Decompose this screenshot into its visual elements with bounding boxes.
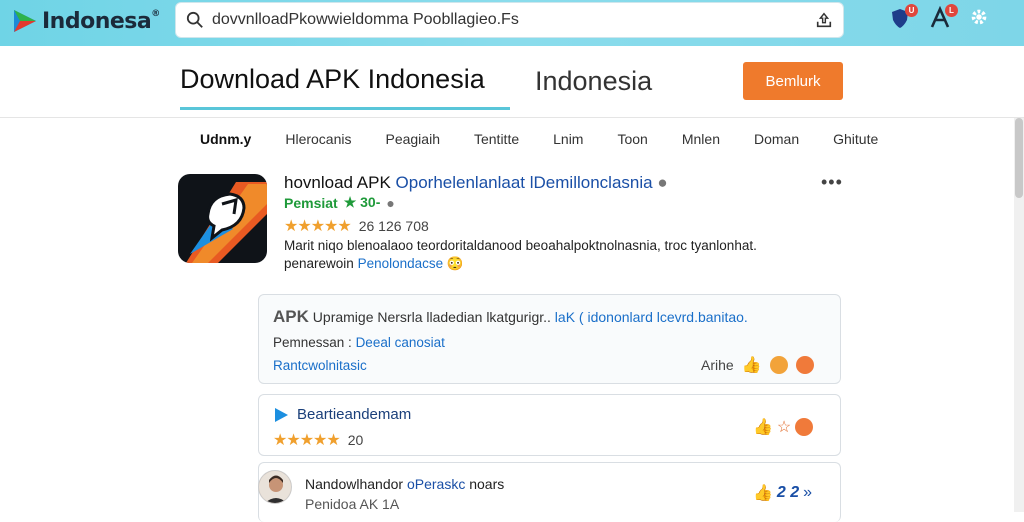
info-icon[interactable]: ● xyxy=(657,173,667,192)
love-emoji-icon[interactable] xyxy=(795,418,814,436)
category-tabs: Udnm.y Hlerocanis Peagiaih Tentitte Lnim… xyxy=(200,131,912,147)
review-reactions: 👍 ☆ xyxy=(753,417,814,437)
app-name: hovnload APK Oporhelenlanlaat lDemillonc… xyxy=(284,173,668,192)
avatar[interactable] xyxy=(258,470,292,504)
love-emoji-icon[interactable] xyxy=(795,356,814,374)
review-card-title: Beartieandemam xyxy=(273,406,411,423)
play-icon xyxy=(275,407,288,422)
developer-name[interactable]: Pemsiat xyxy=(284,195,338,211)
page-subtitle: Indonesia xyxy=(535,66,653,96)
comment-card-title: Nandowlhandor oPeraskc noars xyxy=(305,476,505,492)
scrollbar-thumb[interactable] xyxy=(1015,118,1023,198)
star-rating-icon: ★★★★★ xyxy=(273,432,341,449)
tab-4[interactable]: Lnim xyxy=(553,131,583,147)
comment-card-subtitle: Penidoa AK 1A xyxy=(305,496,400,512)
review-card-rating: ★★★★★ 20 xyxy=(273,432,364,449)
page-title: Download APK Indonesia xyxy=(180,64,510,110)
app-icon[interactable] xyxy=(178,174,267,263)
download-button[interactable]: Bemlurk xyxy=(743,62,843,100)
hands-icon[interactable]: ☆ xyxy=(777,417,791,437)
search-icon xyxy=(186,11,203,28)
scrollbar[interactable] xyxy=(1014,118,1024,512)
tab-8[interactable]: Ghitute xyxy=(833,131,878,147)
tab-0[interactable]: Udnm.y xyxy=(200,131,251,147)
more-options-icon[interactable]: ••• xyxy=(821,172,843,193)
info-card-title: APK Upramige Nersrla lladedian lkatgurig… xyxy=(273,307,748,326)
app-name-link[interactable]: Oporhelenlanlaat lDemillonclasnia xyxy=(396,173,653,192)
emoji-icon: 😳 xyxy=(446,256,464,271)
thumbs-up-icon[interactable]: 👍 xyxy=(753,417,773,437)
developer-line: Pemsiat ★ 30- ● xyxy=(284,194,395,211)
font-icon[interactable]: L xyxy=(928,4,958,30)
info-card-link-2[interactable]: Rantcwolnitasic xyxy=(273,358,367,373)
reaction-label: Arihe xyxy=(701,357,734,373)
tab-7[interactable]: Doman xyxy=(754,131,799,147)
permission-link[interactable]: Deeal canosiat xyxy=(356,335,445,350)
share-icon[interactable] xyxy=(815,11,833,29)
tab-3[interactable]: Tentitte xyxy=(474,131,519,147)
description-link[interactable]: Penolondacse xyxy=(358,256,444,271)
logo-text: Indonesa® xyxy=(42,8,160,34)
developer-badge: ★ 30- xyxy=(343,194,381,210)
app-description-line-1: Marit niqo blenoalaoo teordoritaldanood … xyxy=(284,238,757,253)
comment-card-link[interactable]: oPeraskc xyxy=(407,476,465,492)
notification-badge: U xyxy=(905,4,918,17)
info-card-permission: Pemnessan : Deeal canosiat xyxy=(273,335,445,350)
info-card: APK Upramige Nersrla lladedian lkatgurig… xyxy=(258,294,841,384)
comment-card: Nandowlhandor oPeraskc noars Penidoa AK … xyxy=(258,462,841,522)
notification-badge: L xyxy=(945,4,958,17)
top-bar: Indonesa® U L xyxy=(0,0,1024,46)
info-card-reactions: Arihe 👍 xyxy=(701,355,814,375)
search-bar[interactable] xyxy=(175,2,844,38)
tab-1[interactable]: Hlerocanis xyxy=(285,131,351,147)
tab-5[interactable]: Toon xyxy=(617,131,647,147)
page-header: Download APK Indonesia Indonesia Bemlurk xyxy=(0,46,1024,118)
top-icons: U L xyxy=(888,4,992,30)
rating-line: ★★★★★ 26 126 708 xyxy=(284,216,429,236)
gear-icon[interactable] xyxy=(968,6,992,30)
tab-6[interactable]: Mnlen xyxy=(682,131,720,147)
shield-icon[interactable]: U xyxy=(888,4,918,30)
logo-mark-icon xyxy=(14,10,36,32)
rating-count: 26 126 708 xyxy=(358,218,429,234)
laugh-emoji-icon[interactable] xyxy=(769,356,788,374)
tab-2[interactable]: Peagiaih xyxy=(385,131,440,147)
comment-reactions: 👍 2 2 » xyxy=(753,483,812,503)
share-arrow-icon[interactable]: » xyxy=(803,484,812,502)
app-description-line-2: penarewoin Penolondacse 😳 xyxy=(284,256,464,271)
star-rating-icon: ★★★★★ xyxy=(284,218,352,235)
thumbs-up-icon[interactable]: 👍 xyxy=(753,483,773,503)
search-input[interactable] xyxy=(212,11,807,29)
info-card-link[interactable]: laK ( idononlard lcevrd.banitao. xyxy=(555,309,748,325)
reaction-count: 2 2 xyxy=(776,484,800,501)
verified-icon: ● xyxy=(386,194,395,211)
review-card: Beartieandemam ★★★★★ 20 👍 ☆ xyxy=(258,394,841,456)
thumbs-up-icon[interactable]: 👍 xyxy=(742,355,762,375)
brand-logo[interactable]: Indonesa® xyxy=(12,6,160,36)
